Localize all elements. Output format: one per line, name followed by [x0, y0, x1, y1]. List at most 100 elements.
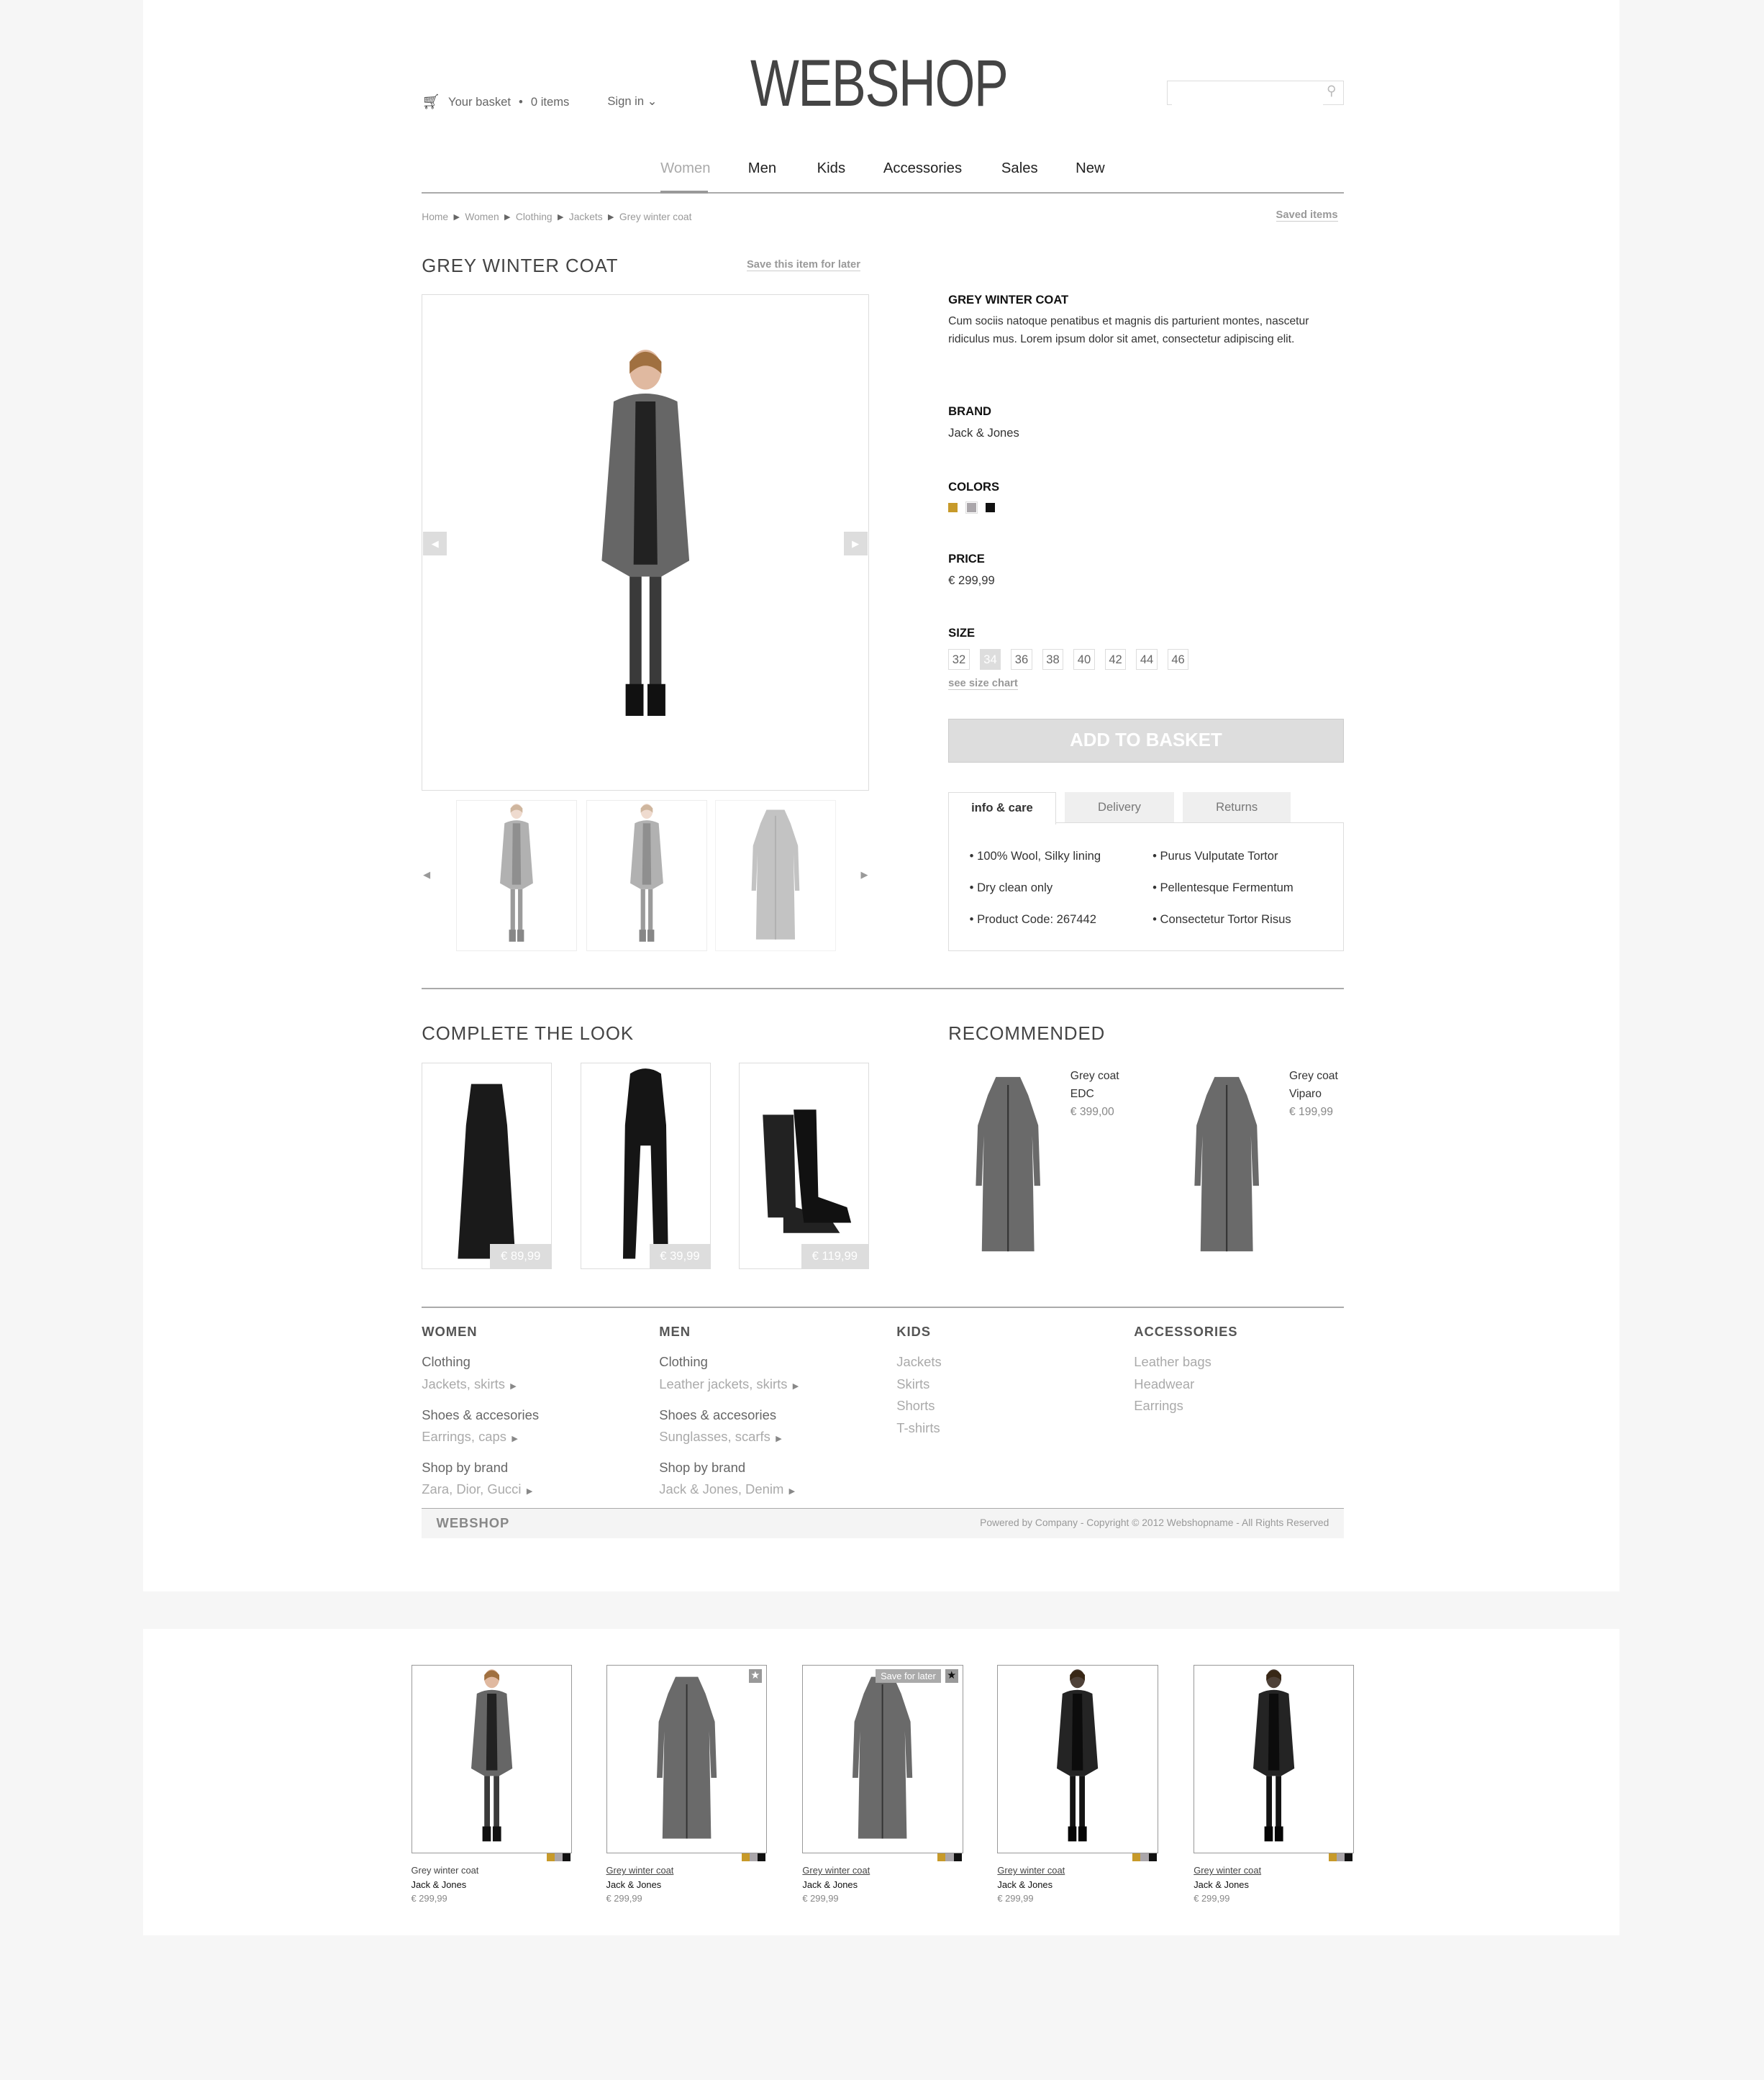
- color-swatch[interactable]: [965, 500, 978, 514]
- footer-link[interactable]: Jackets: [896, 1351, 941, 1373]
- save-star-icon[interactable]: ★: [945, 1669, 959, 1683]
- thumb-prev-arrow[interactable]: ◀: [423, 869, 430, 881]
- basket-link[interactable]: 🛒︎ Your basket • 0 items: [422, 93, 569, 111]
- look-item-dress[interactable]: € 89,99: [422, 1062, 553, 1270]
- search-box[interactable]: ⚲: [1167, 81, 1344, 109]
- tab-delivery[interactable]: Delivery: [1065, 791, 1174, 823]
- listing-product-image[interactable]: ★: [606, 1664, 767, 1853]
- listing-product-price: € 299,99: [606, 1892, 642, 1904]
- footer-sublink[interactable]: Leather jackets, skirts ▶: [659, 1373, 799, 1397]
- footer-link[interactable]: Clothing: [659, 1351, 799, 1373]
- look-price-tag: € 119,99: [801, 1243, 868, 1269]
- breadcrumb-item[interactable]: Women: [465, 211, 499, 224]
- nav-item-kids[interactable]: Kids: [817, 160, 845, 177]
- listing-product-image[interactable]: ★ Save for later: [802, 1664, 963, 1853]
- size-option-46[interactable]: 46: [1167, 648, 1189, 671]
- recommended-item[interactable]: Grey coat EDC € 399,00: [1070, 1068, 1119, 1122]
- color-swatch[interactable]: [1345, 1853, 1353, 1861]
- save-for-later-link[interactable]: Save this item for later: [746, 259, 860, 271]
- nav-item-accessories[interactable]: Accessories: [883, 160, 962, 177]
- footer-sublink[interactable]: Jack & Jones, Denim ▶: [659, 1479, 799, 1502]
- footer-link[interactable]: Earrings: [1134, 1395, 1237, 1417]
- size-option-34[interactable]: 34: [979, 648, 1001, 671]
- color-swatch[interactable]: [948, 502, 958, 512]
- color-swatch[interactable]: [1148, 1853, 1157, 1861]
- size-option-44[interactable]: 44: [1136, 648, 1158, 671]
- footer-link[interactable]: Clothing: [422, 1351, 539, 1373]
- listing-product-name[interactable]: Grey winter coat: [802, 1863, 870, 1877]
- thumbnail[interactable]: [456, 799, 578, 951]
- logo[interactable]: WEBSHOP: [750, 45, 1009, 122]
- footer-link[interactable]: T-shirts: [896, 1417, 941, 1439]
- recommended-coat-image[interactable]: [942, 1065, 1074, 1266]
- save-for-later-tooltip: Save for later: [875, 1669, 942, 1683]
- size-option-42[interactable]: 42: [1104, 648, 1127, 671]
- footer-sublink[interactable]: Sunglasses, scarfs ▶: [659, 1426, 799, 1450]
- footer-link[interactable]: Leather bags: [1134, 1351, 1237, 1373]
- color-swatch[interactable]: [741, 1853, 750, 1861]
- thumbnail[interactable]: [586, 799, 707, 951]
- image-next-button[interactable]: ▶: [843, 532, 868, 556]
- listing-product-name[interactable]: Grey winter coat: [1194, 1863, 1261, 1877]
- add-to-basket-button[interactable]: ADD TO BASKET: [948, 719, 1344, 763]
- caret-right-icon: ▶: [510, 1381, 517, 1391]
- nav-item-sales[interactable]: Sales: [1001, 160, 1038, 177]
- color-swatch[interactable]: [1329, 1853, 1337, 1861]
- footer-link[interactable]: Shop by brand: [659, 1457, 799, 1479]
- nav-item-men[interactable]: Men: [748, 160, 776, 177]
- footer-link[interactable]: Shop by brand: [422, 1457, 539, 1479]
- sign-in-dropdown[interactable]: Sign in ⌄: [607, 94, 657, 109]
- size-option-38[interactable]: 38: [1042, 648, 1064, 671]
- listing-product-image[interactable]: [411, 1664, 572, 1853]
- thumbnail[interactable]: [714, 799, 836, 951]
- color-swatch[interactable]: [937, 1853, 946, 1861]
- breadcrumb-item[interactable]: Home: [422, 211, 448, 224]
- tab-info-care[interactable]: info & care: [948, 791, 1056, 825]
- color-swatch[interactable]: [945, 1853, 954, 1861]
- search-input[interactable]: [1171, 85, 1323, 109]
- footer-link[interactable]: Shoes & accesories: [659, 1404, 799, 1426]
- color-swatch[interactable]: [953, 1853, 962, 1861]
- footer-link[interactable]: Shoes & accesories: [422, 1404, 539, 1426]
- listing-product-name[interactable]: Grey winter coat: [412, 1863, 479, 1877]
- color-swatch[interactable]: [562, 1853, 570, 1861]
- listing-product-name[interactable]: Grey winter coat: [606, 1863, 674, 1877]
- color-swatch[interactable]: [1132, 1853, 1141, 1861]
- listing-product-image[interactable]: [997, 1664, 1158, 1853]
- save-star-icon[interactable]: ★: [748, 1669, 763, 1683]
- footer-sublink[interactable]: Earrings, caps ▶: [422, 1426, 539, 1450]
- caret-right-icon: ▶: [788, 1487, 796, 1496]
- color-swatch[interactable]: [985, 502, 995, 512]
- thumb-next-arrow[interactable]: ▶: [860, 869, 868, 881]
- size-option-40[interactable]: 40: [1073, 648, 1095, 671]
- recommended-item[interactable]: Grey coat Viparo € 199,99: [1289, 1068, 1338, 1122]
- size-option-36[interactable]: 36: [1011, 648, 1032, 671]
- image-prev-button[interactable]: ◀: [423, 532, 447, 556]
- color-swatch[interactable]: [1337, 1853, 1345, 1861]
- listing-product-name[interactable]: Grey winter coat: [997, 1863, 1065, 1877]
- listing-product-image[interactable]: [1194, 1664, 1355, 1853]
- look-item-scarf[interactable]: € 39,99: [581, 1062, 711, 1270]
- size-option-32[interactable]: 32: [948, 648, 970, 671]
- recommended-coat-image[interactable]: [1160, 1065, 1293, 1266]
- nav-item-new[interactable]: New: [1076, 160, 1105, 177]
- color-swatch[interactable]: [1140, 1853, 1149, 1861]
- search-icon[interactable]: ⚲: [1327, 83, 1337, 99]
- tab-returns[interactable]: Returns: [1183, 791, 1291, 823]
- footer-link[interactable]: Headwear: [1134, 1373, 1237, 1395]
- footer-sublink[interactable]: Zara, Dior, Gucci ▶: [422, 1479, 539, 1502]
- look-item-boots[interactable]: € 119,99: [738, 1062, 869, 1270]
- footer-link[interactable]: Shorts: [896, 1395, 941, 1417]
- nav-item-women[interactable]: Women: [660, 160, 710, 177]
- color-swatch[interactable]: [757, 1853, 765, 1861]
- breadcrumb-item[interactable]: Grey winter coat: [619, 211, 692, 224]
- breadcrumb-item[interactable]: Clothing: [516, 211, 553, 224]
- color-swatch[interactable]: [749, 1853, 758, 1861]
- footer-link[interactable]: Skirts: [896, 1373, 941, 1395]
- saved-items-link[interactable]: Saved items: [1276, 209, 1338, 222]
- size-chart-link[interactable]: see size chart: [948, 678, 1018, 691]
- color-swatch[interactable]: [554, 1853, 563, 1861]
- footer-sublink[interactable]: Jackets, skirts ▶: [422, 1373, 539, 1397]
- color-swatch[interactable]: [546, 1853, 555, 1861]
- breadcrumb-item[interactable]: Jackets: [569, 211, 603, 224]
